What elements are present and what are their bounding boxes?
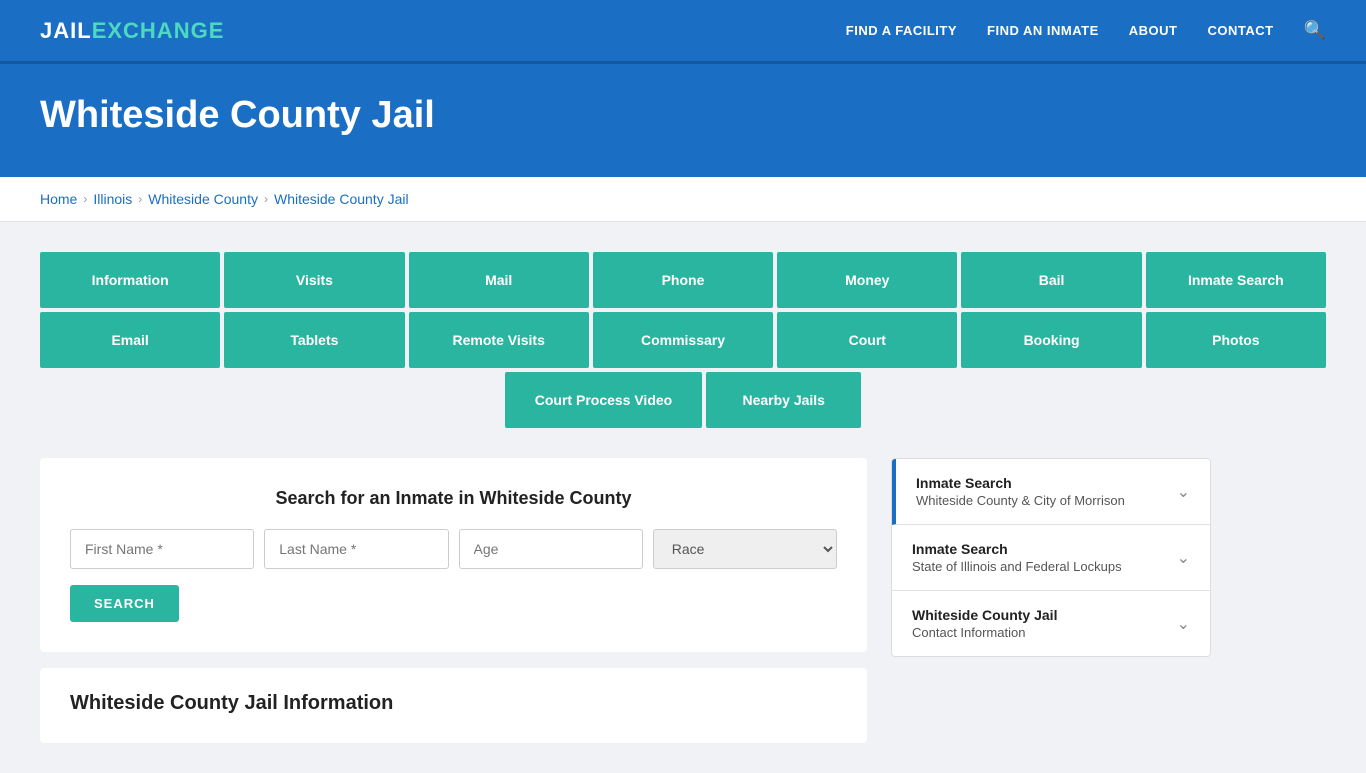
- sidebar-item-sub-0: Whiteside County & City of Morrison: [916, 493, 1125, 508]
- btn-phone[interactable]: Phone: [593, 252, 773, 308]
- breadcrumb-whiteside-county[interactable]: Whiteside County: [148, 191, 258, 207]
- breadcrumb: Home › Illinois › Whiteside County › Whi…: [40, 191, 1326, 207]
- sidebar-item-title-0: Inmate Search: [916, 475, 1125, 491]
- page-title: Whiteside County Jail: [40, 94, 1326, 137]
- btn-money[interactable]: Money: [777, 252, 957, 308]
- logo-exchange: EXCHANGE: [92, 18, 225, 44]
- search-icon[interactable]: 🔍: [1304, 20, 1326, 41]
- breadcrumb-sep-2: ›: [138, 192, 142, 206]
- sidebar-item-text-0: Inmate Search Whiteside County & City of…: [916, 475, 1125, 508]
- logo[interactable]: JAIL EXCHANGE: [40, 18, 224, 44]
- race-select[interactable]: Race White Black Hispanic Asian Other: [653, 529, 837, 569]
- inmate-search-section: Search for an Inmate in Whiteside County…: [40, 458, 867, 652]
- breadcrumb-home[interactable]: Home: [40, 191, 77, 207]
- nav-find-inmate[interactable]: FIND AN INMATE: [987, 23, 1099, 38]
- sidebar-item-0[interactable]: Inmate Search Whiteside County & City of…: [892, 459, 1210, 525]
- sidebar-item-text-1: Inmate Search State of Illinois and Fede…: [912, 541, 1122, 574]
- btn-visits[interactable]: Visits: [224, 252, 404, 308]
- sidebar-item-sub-1: State of Illinois and Federal Lockups: [912, 559, 1122, 574]
- last-name-input[interactable]: [264, 529, 448, 569]
- btn-bail[interactable]: Bail: [961, 252, 1141, 308]
- btn-booking[interactable]: Booking: [961, 312, 1141, 368]
- chevron-down-icon-2: ⌄: [1177, 614, 1190, 634]
- button-grid-row3: Court Process Video Nearby Jails: [40, 372, 1326, 428]
- btn-nearby-jails[interactable]: Nearby Jails: [706, 372, 861, 428]
- btn-photos[interactable]: Photos: [1146, 312, 1326, 368]
- site-header: JAIL EXCHANGE FIND A FACILITY FIND AN IN…: [0, 0, 1366, 64]
- search-title: Search for an Inmate in Whiteside County: [70, 488, 837, 509]
- age-input[interactable]: [459, 529, 643, 569]
- btn-information[interactable]: Information: [40, 252, 220, 308]
- nav-contact[interactable]: CONTACT: [1207, 23, 1273, 38]
- sidebar-item-title-1: Inmate Search: [912, 541, 1122, 557]
- main-content: Information Visits Mail Phone Money Bail…: [0, 222, 1366, 773]
- breadcrumb-sep-3: ›: [264, 192, 268, 206]
- sidebar: Inmate Search Whiteside County & City of…: [891, 458, 1211, 657]
- info-section: Whiteside County Jail Information: [40, 668, 867, 743]
- main-nav: FIND A FACILITY FIND AN INMATE ABOUT CON…: [846, 20, 1326, 41]
- btn-remote-visits[interactable]: Remote Visits: [409, 312, 589, 368]
- btn-court-process-video[interactable]: Court Process Video: [505, 372, 702, 428]
- logo-jail: JAIL: [40, 18, 92, 44]
- breadcrumb-sep-1: ›: [83, 192, 87, 206]
- sidebar-item-1[interactable]: Inmate Search State of Illinois and Fede…: [892, 525, 1210, 591]
- btn-commissary[interactable]: Commissary: [593, 312, 773, 368]
- btn-mail[interactable]: Mail: [409, 252, 589, 308]
- btn-inmate-search[interactable]: Inmate Search: [1146, 252, 1326, 308]
- search-fields: Race White Black Hispanic Asian Other: [70, 529, 837, 569]
- chevron-down-icon-0: ⌄: [1177, 482, 1190, 502]
- button-grid-row2: Email Tablets Remote Visits Commissary C…: [40, 312, 1326, 368]
- hero-section: Whiteside County Jail: [0, 64, 1366, 177]
- nav-about[interactable]: ABOUT: [1129, 23, 1178, 38]
- button-grid-row1: Information Visits Mail Phone Money Bail…: [40, 252, 1326, 308]
- btn-court[interactable]: Court: [777, 312, 957, 368]
- sidebar-item-title-2: Whiteside County Jail: [912, 607, 1057, 623]
- breadcrumb-illinois[interactable]: Illinois: [93, 191, 132, 207]
- nav-find-facility[interactable]: FIND A FACILITY: [846, 23, 957, 38]
- first-name-input[interactable]: [70, 529, 254, 569]
- content-layout: Search for an Inmate in Whiteside County…: [40, 458, 1326, 743]
- btn-tablets[interactable]: Tablets: [224, 312, 404, 368]
- sidebar-item-2[interactable]: Whiteside County Jail Contact Informatio…: [892, 591, 1210, 656]
- breadcrumb-bar: Home › Illinois › Whiteside County › Whi…: [0, 177, 1366, 222]
- left-column: Search for an Inmate in Whiteside County…: [40, 458, 867, 743]
- sidebar-item-sub-2: Contact Information: [912, 625, 1057, 640]
- chevron-down-icon-1: ⌄: [1177, 548, 1190, 568]
- breadcrumb-jail[interactable]: Whiteside County Jail: [274, 191, 409, 207]
- search-button[interactable]: SEARCH: [70, 585, 179, 622]
- sidebar-item-text-2: Whiteside County Jail Contact Informatio…: [912, 607, 1057, 640]
- btn-email[interactable]: Email: [40, 312, 220, 368]
- info-title: Whiteside County Jail Information: [70, 692, 837, 715]
